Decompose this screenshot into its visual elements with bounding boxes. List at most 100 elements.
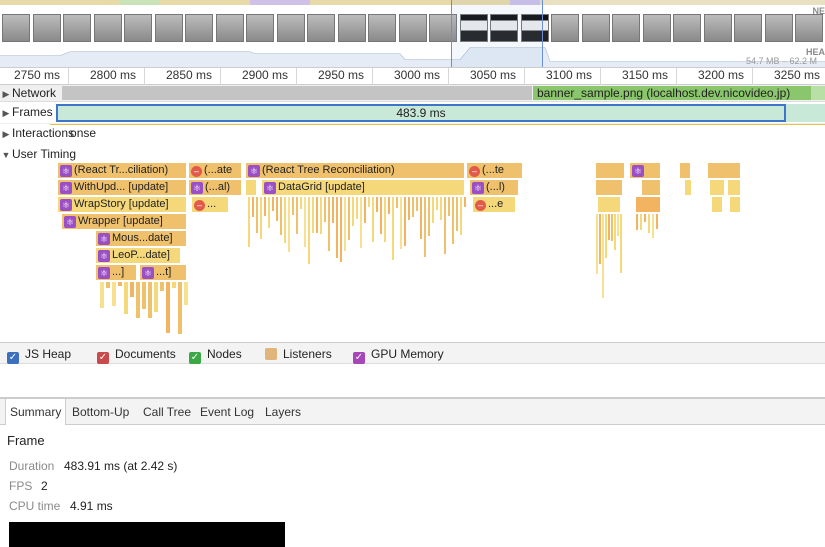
flame-chart-slice[interactable]: [118, 282, 122, 286]
flame-chart-slice[interactable]: [136, 282, 140, 318]
flame-chart-slice[interactable]: [608, 214, 610, 240]
flame-chart-slice[interactable]: [656, 214, 658, 229]
flame-chart-slice[interactable]: [340, 197, 342, 262]
flame-chart-slice[interactable]: [464, 197, 466, 207]
flame-chart-slice[interactable]: [296, 197, 298, 234]
flame-chart-slice[interactable]: [436, 197, 438, 210]
flame-chart-slice[interactable]: [372, 197, 374, 242]
flame-chart-slice[interactable]: [280, 197, 282, 235]
flame-chart-slice[interactable]: [312, 197, 314, 233]
flame-chart-slice[interactable]: [428, 197, 430, 236]
flame-chart-slice[interactable]: [178, 282, 182, 334]
flame-chart-slice[interactable]: [348, 197, 350, 240]
checkbox-icon[interactable]: ✓: [189, 352, 201, 364]
flame-chart-slice[interactable]: [424, 197, 426, 257]
flame-chart-slice[interactable]: [332, 197, 334, 223]
flame-chart-slice[interactable]: [172, 282, 176, 288]
flame-chart-slice[interactable]: [106, 282, 110, 288]
flame-chart-slice[interactable]: [416, 197, 418, 211]
flame-chart-slice[interactable]: [100, 282, 104, 308]
tab-call-tree[interactable]: Call Tree: [139, 399, 195, 425]
flame-chart-slice[interactable]: [452, 197, 454, 244]
flame-chart-slice[interactable]: [324, 197, 326, 222]
flame-chart-slice[interactable]: [440, 197, 442, 220]
flame-chart-slice[interactable]: [392, 197, 394, 260]
flame-chart-slice[interactable]: [636, 214, 638, 230]
flame-chart-slice[interactable]: [148, 282, 152, 318]
flame-chart-slice[interactable]: [356, 197, 358, 219]
flame-chart-slice[interactable]: [284, 197, 286, 243]
flame-chart-slice[interactable]: [248, 197, 250, 247]
legend-toggle[interactable]: ✓ JS Heap: [7, 347, 71, 364]
flame-chart-slice[interactable]: [400, 197, 402, 249]
flame-chart-slice[interactable]: [605, 214, 607, 258]
legend-toggle[interactable]: Listeners: [265, 347, 332, 361]
flame-chart-slice[interactable]: [112, 282, 116, 306]
flame-chart-slice[interactable]: [384, 197, 386, 242]
flame-chart-slice[interactable]: [160, 282, 164, 291]
flame-chart-slice[interactable]: [272, 197, 274, 211]
flame-chart-slice[interactable]: [396, 197, 398, 208]
flame-chart-slice[interactable]: [130, 282, 134, 297]
legend-toggle[interactable]: ✓ GPU Memory: [353, 347, 444, 364]
flame-chart-slice[interactable]: [602, 214, 604, 298]
flame-chart-slice[interactable]: [154, 282, 158, 312]
flame-chart-slice[interactable]: [352, 197, 354, 226]
flame-chart-slice[interactable]: [300, 197, 302, 209]
flame-chart-slice[interactable]: [328, 197, 330, 251]
flame-chart-slice[interactable]: [124, 282, 128, 314]
legend-toggle[interactable]: ✓ Documents: [97, 347, 176, 364]
flame-chart-slice[interactable]: [444, 197, 446, 254]
flame-chart-slice[interactable]: [256, 197, 258, 233]
checkbox-icon[interactable]: [265, 348, 277, 360]
flame-chart-slice[interactable]: [320, 197, 322, 234]
flame-chart-slice[interactable]: [420, 197, 422, 239]
flame-chart-slice[interactable]: [644, 214, 646, 222]
flame-chart-slice[interactable]: [264, 197, 266, 216]
tab-layers[interactable]: Layers: [261, 399, 305, 425]
checkbox-icon[interactable]: ✓: [7, 352, 19, 364]
tab-summary[interactable]: Summary: [5, 399, 67, 426]
flame-chart-slice[interactable]: [184, 282, 188, 305]
flame-chart-slice[interactable]: [252, 197, 254, 217]
flame-chart-slice[interactable]: [432, 197, 434, 223]
flame-chart-slice[interactable]: [460, 197, 462, 235]
flame-chart-slice[interactable]: [404, 197, 406, 246]
checkbox-icon[interactable]: ✓: [353, 352, 365, 364]
flame-chart-slice[interactable]: [260, 197, 262, 239]
flame-chart-slice[interactable]: [640, 214, 642, 230]
flame-chart-slice[interactable]: [412, 197, 414, 217]
flame-chart-slice[interactable]: [611, 214, 613, 241]
flame-chart-slice[interactable]: [388, 197, 390, 214]
flame-chart-slice[interactable]: [620, 214, 622, 273]
flame-chart-slice[interactable]: [166, 282, 170, 333]
flame-chart-slice[interactable]: [456, 197, 458, 231]
flame-chart-slice[interactable]: [376, 197, 378, 212]
tab-bottom-up[interactable]: Bottom-Up: [68, 399, 133, 425]
flame-chart-slice[interactable]: [276, 197, 278, 221]
flame-chart-slice[interactable]: [448, 197, 450, 216]
flame-chart-slice[interactable]: [336, 197, 338, 258]
flame-chart-slice[interactable]: [304, 197, 306, 247]
flame-chart-slice[interactable]: [288, 197, 290, 252]
flame-chart-slice[interactable]: [292, 197, 294, 215]
flame-chart-slice[interactable]: [408, 197, 410, 220]
flame-chart-slice[interactable]: [368, 197, 370, 207]
flame-chart-slice[interactable]: [364, 197, 366, 223]
flame-chart-slice[interactable]: [308, 197, 310, 264]
flame-chart-slice[interactable]: [344, 197, 346, 251]
flame-chart-slice[interactable]: [614, 214, 616, 250]
flame-chart-slice[interactable]: [596, 214, 598, 274]
flame-chart-slice[interactable]: [652, 214, 654, 238]
flame-chart-slice[interactable]: [142, 282, 146, 309]
checkbox-icon[interactable]: ✓: [97, 352, 109, 364]
flame-chart-slice[interactable]: [316, 197, 318, 233]
flame-chart-slice[interactable]: [268, 197, 270, 228]
legend-toggle[interactable]: ✓ Nodes: [189, 347, 242, 364]
flame-chart-slice[interactable]: [617, 214, 619, 236]
flame-chart-slice[interactable]: [380, 197, 382, 234]
flame-chart-slice[interactable]: [599, 214, 601, 264]
flame-chart-slice[interactable]: [360, 197, 362, 248]
tab-event-log[interactable]: Event Log: [196, 399, 258, 425]
flame-chart-slice[interactable]: [648, 214, 650, 233]
